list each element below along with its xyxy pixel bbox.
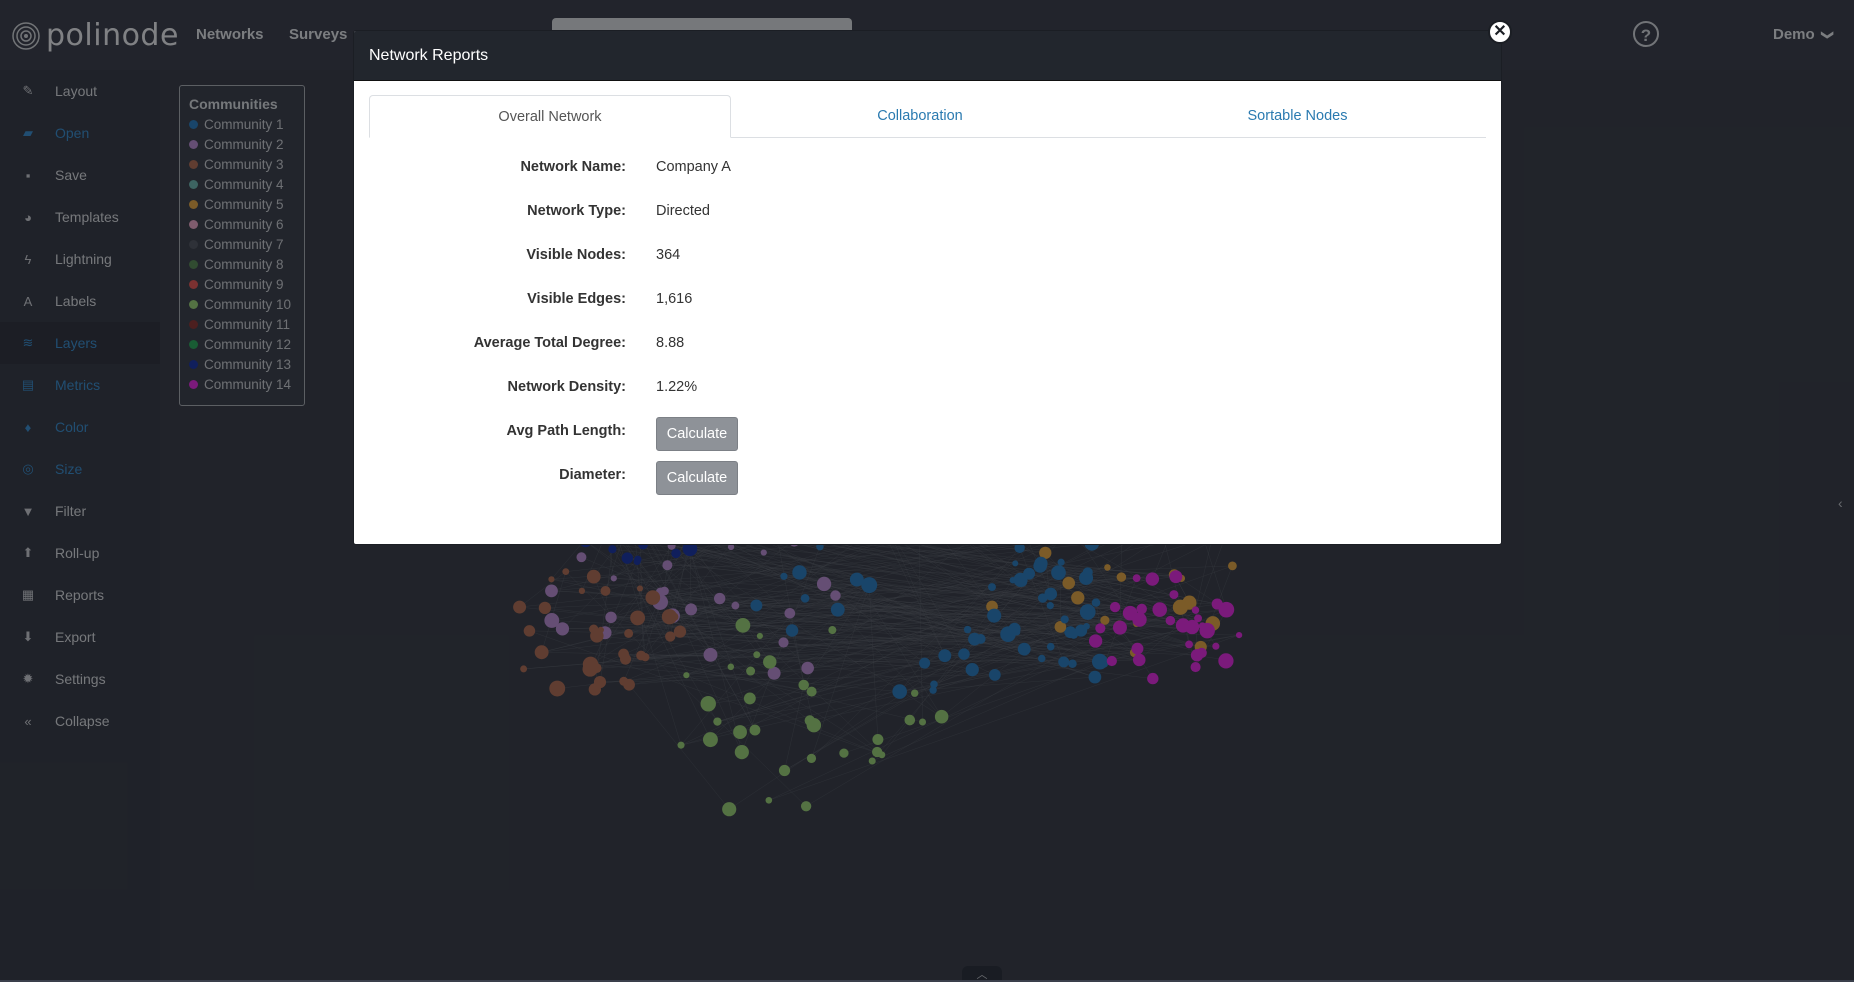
row-label: Visible Edges:: [354, 291, 626, 307]
row-value: 1.22%: [656, 379, 697, 395]
tab-sortable-nodes[interactable]: Sortable Nodes: [1109, 95, 1486, 137]
report-row-network-name: Network Name: Company A: [354, 153, 1502, 183]
row-value: Company A: [656, 159, 731, 175]
tab-collaboration[interactable]: Collaboration: [731, 95, 1109, 137]
row-label: Network Type:: [354, 203, 626, 219]
row-label: Average Total Degree:: [354, 335, 626, 351]
modal-header: Network Reports: [354, 31, 1501, 81]
report-row-visible-edges: Visible Edges: 1,616: [354, 285, 1502, 315]
row-label: Visible Nodes:: [354, 247, 626, 263]
report-row-network-density: Network Density: 1.22%: [354, 373, 1502, 403]
row-value: Directed: [656, 203, 710, 219]
report-row-visible-nodes: Visible Nodes: 364: [354, 241, 1502, 271]
row-value: 1,616: [656, 291, 692, 307]
tab-overall-network[interactable]: Overall Network: [369, 95, 731, 138]
report-row-diameter: Diameter: Calculate: [354, 461, 1502, 497]
calculate-avg-path-button[interactable]: Calculate: [656, 417, 738, 451]
close-icon[interactable]: ✕: [1488, 20, 1512, 44]
network-reports-modal: Network Reports Overall Network Collabor…: [353, 30, 1502, 545]
report-row-network-type: Network Type: Directed: [354, 197, 1502, 227]
row-label: Diameter:: [354, 467, 626, 483]
row-label: Network Name:: [354, 159, 626, 175]
modal-title: Network Reports: [369, 47, 488, 65]
report-row-average-degree: Average Total Degree: 8.88: [354, 329, 1502, 359]
row-value: 364: [656, 247, 680, 263]
report-row-avg-path-length: Avg Path Length: Calculate: [354, 417, 1502, 453]
calculate-diameter-button[interactable]: Calculate: [656, 461, 738, 495]
report-tabs: Overall Network Collaboration Sortable N…: [369, 95, 1486, 138]
row-label: Avg Path Length:: [354, 423, 626, 439]
row-label: Network Density:: [354, 379, 626, 395]
row-value: 8.88: [656, 335, 684, 351]
